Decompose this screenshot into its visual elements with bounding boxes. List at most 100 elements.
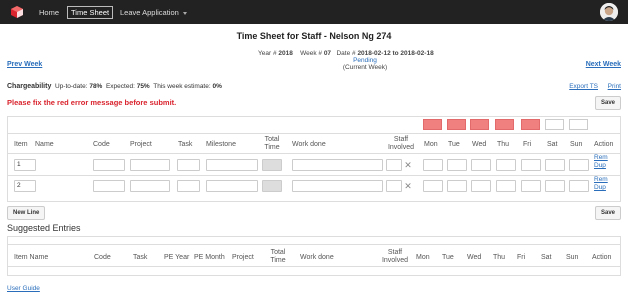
sugg-col-staff-involved: Staff Involved	[377, 249, 413, 265]
project-input[interactable]	[130, 180, 170, 192]
task-input[interactable]	[177, 180, 200, 192]
sun-input[interactable]	[569, 180, 589, 192]
thu-input[interactable]	[496, 180, 516, 192]
sugg-col-wed: Wed	[467, 254, 482, 261]
item-input[interactable]: 2	[14, 180, 36, 192]
date-range: 2018-02-12 to 2018-02-18	[357, 50, 434, 57]
col-fri: Fri	[523, 141, 532, 148]
sugg-col-total-2: Time	[270, 257, 286, 264]
col-milestone: Milestone	[206, 141, 236, 148]
sugg-col-staff-2: Involved	[381, 257, 409, 264]
sugg-col-pe-year: PE Year	[164, 254, 190, 261]
col-tue: Tue	[448, 141, 460, 148]
expected-label: Expected:	[105, 83, 135, 90]
col-total-time-1: Total	[264, 136, 280, 143]
col-sat: Sat	[547, 141, 558, 148]
work-done-input[interactable]	[292, 159, 383, 171]
nav-home[interactable]: Home	[36, 6, 62, 19]
export-ts-link[interactable]: Export TS	[569, 83, 598, 90]
week-value: 07	[323, 50, 332, 57]
mon-input[interactable]	[423, 180, 443, 192]
sugg-col-thu: Thu	[493, 254, 506, 261]
tue-input[interactable]	[447, 180, 467, 192]
work-done-input[interactable]	[292, 180, 383, 192]
col-sun: Sun	[570, 141, 583, 148]
col-mon: Mon	[424, 141, 438, 148]
nav-leave-application[interactable]: Leave Application	[117, 6, 190, 19]
sugg-col-tue: Tue	[442, 254, 454, 261]
new-line-button[interactable]: New Line	[7, 206, 46, 220]
next-week-link[interactable]: Next Week	[586, 61, 621, 68]
project-input[interactable]	[130, 159, 170, 171]
col-action: Action	[594, 141, 614, 148]
code-input[interactable]	[93, 180, 125, 192]
nav-timesheet[interactable]: Time Sheet	[67, 6, 114, 19]
sugg-col-total-time: Total Time	[266, 249, 290, 265]
tue-input[interactable]	[447, 159, 467, 171]
sun-input[interactable]	[569, 159, 589, 171]
col-total-time-2: Time	[264, 144, 280, 151]
item-input[interactable]: 1	[14, 159, 36, 171]
day-status-thu	[495, 119, 514, 130]
remove-row-link[interactable]: Rem	[594, 154, 608, 162]
col-staff-involved: Staff Involved	[383, 136, 419, 152]
cube-logo-icon[interactable]	[10, 5, 24, 19]
day-status-sun	[569, 119, 588, 130]
close-icon[interactable]: ✕	[403, 159, 413, 171]
duplicate-row-link[interactable]: Dup	[594, 184, 606, 192]
remove-row-link[interactable]: Rem	[594, 176, 608, 184]
sat-input[interactable]	[545, 180, 565, 192]
sugg-col-staff-1: Staff	[387, 249, 403, 256]
avatar-face-icon	[600, 3, 618, 21]
chargeability-label: Chargeability	[7, 83, 52, 90]
day-status-wed	[470, 119, 489, 130]
wed-input[interactable]	[471, 180, 491, 192]
milestone-input[interactable]	[206, 180, 258, 192]
uptodate-value: 78%	[89, 83, 103, 90]
date-label: Date #	[336, 50, 356, 57]
sugg-col-sun: Sun	[566, 254, 579, 261]
sugg-col-mon: Mon	[416, 254, 430, 261]
col-wed: Wed	[472, 141, 487, 148]
col-code: Code	[93, 141, 110, 148]
save-button-bottom[interactable]: Save	[594, 206, 621, 220]
suggested-entries-title: Suggested Entries	[7, 223, 81, 233]
task-input[interactable]	[177, 159, 200, 171]
milestone-input[interactable]	[206, 159, 258, 171]
sugg-col-work-done: Work done	[300, 254, 334, 261]
day-status-mon	[423, 119, 442, 130]
thu-input[interactable]	[496, 159, 516, 171]
prev-week-link[interactable]: Prev Week	[7, 61, 42, 68]
wed-input[interactable]	[471, 159, 491, 171]
sugg-col-total-1: Total	[270, 249, 286, 256]
col-thu: Thu	[497, 141, 510, 148]
error-message: Please fix the red error message before …	[7, 98, 177, 107]
top-navbar: Home Time Sheet Leave Application	[0, 0, 628, 24]
code-input[interactable]	[93, 159, 125, 171]
sugg-col-fri: Fri	[517, 254, 526, 261]
col-total-time: Total Time	[260, 136, 284, 152]
page-title: Time Sheet for Staff - Nelson Ng 274	[236, 31, 392, 41]
sugg-col-action: Action	[592, 254, 612, 261]
save-button-top[interactable]: Save	[594, 96, 621, 110]
chargeability-summary: Chargeability Up-to-date: 78% Expected: …	[7, 83, 222, 90]
user-guide-link[interactable]: User Guide	[7, 285, 40, 292]
sat-input[interactable]	[545, 159, 565, 171]
fri-input[interactable]	[521, 180, 541, 192]
staff-input[interactable]	[386, 159, 402, 171]
mon-input[interactable]	[423, 159, 443, 171]
sugg-col-project: Project	[232, 254, 254, 261]
col-staff-1: Staff	[393, 136, 409, 143]
close-icon[interactable]: ✕	[403, 180, 413, 192]
sugg-col-sat: Sat	[541, 254, 552, 261]
col-name: Name	[35, 141, 54, 148]
week-meta: Year # 2018 Week # 07 Date # 2018-02-12 …	[258, 50, 434, 57]
print-link[interactable]: Print	[608, 83, 621, 90]
fri-input[interactable]	[521, 159, 541, 171]
user-avatar-icon[interactable]	[600, 3, 618, 21]
week-label: Week #	[300, 50, 322, 57]
col-staff-2: Involved	[387, 144, 415, 151]
chevron-down-icon	[182, 11, 187, 15]
duplicate-row-link[interactable]: Dup	[594, 162, 606, 170]
staff-input[interactable]	[386, 180, 402, 192]
